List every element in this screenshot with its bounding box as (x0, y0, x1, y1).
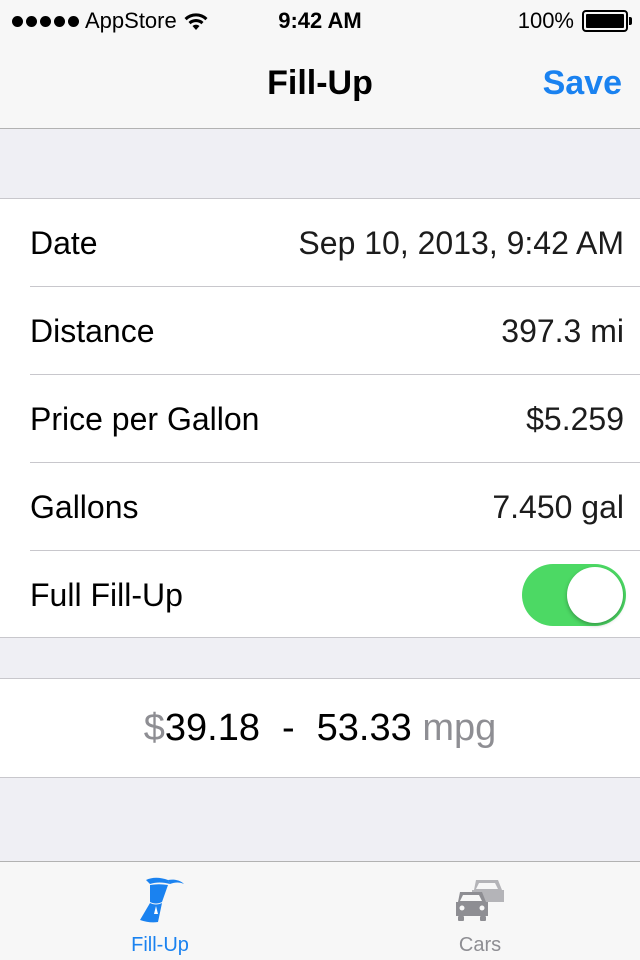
save-button[interactable]: Save (543, 64, 622, 103)
gallons-row[interactable]: Gallons 7.450 gal (0, 463, 640, 551)
price-per-gallon-value[interactable]: $5.259 (526, 401, 624, 438)
tab-cars-label: Cars (458, 934, 502, 956)
tab-bar: Fill-Up Cars (0, 861, 640, 960)
full-fillup-toggle[interactable] (522, 564, 626, 626)
date-label: Date (30, 224, 98, 261)
toggle-knob (567, 567, 623, 623)
mpg-unit: mpg (422, 706, 497, 749)
mpg-value: 53.33 (316, 706, 412, 749)
summary-separator: - (282, 706, 295, 749)
full-fillup-label: Full Fill-Up (30, 576, 183, 613)
gallons-label: Gallons (30, 488, 139, 525)
fill-up-screen: AppStore 9:42 AM 100% Fill-Up Save Date … (0, 0, 640, 960)
cars-icon (456, 880, 504, 921)
status-right: 100% (517, 8, 632, 34)
price-per-gallon-row[interactable]: Price per Gallon $5.259 (0, 375, 640, 463)
price-per-gallon-label: Price per Gallon (30, 400, 260, 437)
date-value[interactable]: Sep 10, 2013, 9:42 AM (298, 225, 624, 262)
fill-up-summary: $39.18-53.33 mpg (144, 707, 496, 750)
fill-up-form: Date Sep 10, 2013, 9:42 AM Distance 397.… (0, 198, 640, 638)
date-row[interactable]: Date Sep 10, 2013, 9:42 AM (0, 199, 640, 287)
distance-label: Distance (30, 312, 155, 349)
currency-symbol: $ (143, 706, 165, 749)
gallons-value[interactable]: 7.450 gal (492, 489, 624, 526)
battery-icon (582, 10, 632, 32)
battery-percentage: 100% (517, 8, 574, 33)
tab-fill-up[interactable]: Fill-Up (0, 862, 320, 960)
total-cost: 39.18 (164, 706, 260, 749)
navigation-bar: Fill-Up Save (0, 40, 640, 128)
tab-cars[interactable]: Cars (320, 862, 640, 960)
distance-value[interactable]: 397.3 mi (501, 313, 624, 350)
full-fillup-row: Full Fill-Up (0, 551, 640, 639)
status-bar: AppStore 9:42 AM 100% (0, 0, 640, 40)
fuel-pump-icon (140, 877, 184, 923)
distance-row[interactable]: Distance 397.3 mi (0, 287, 640, 375)
summary-section: $39.18-53.33 mpg (0, 678, 640, 778)
tab-fill-up-label: Fill-Up (131, 934, 189, 956)
top-bar: AppStore 9:42 AM 100% Fill-Up Save (0, 0, 640, 129)
